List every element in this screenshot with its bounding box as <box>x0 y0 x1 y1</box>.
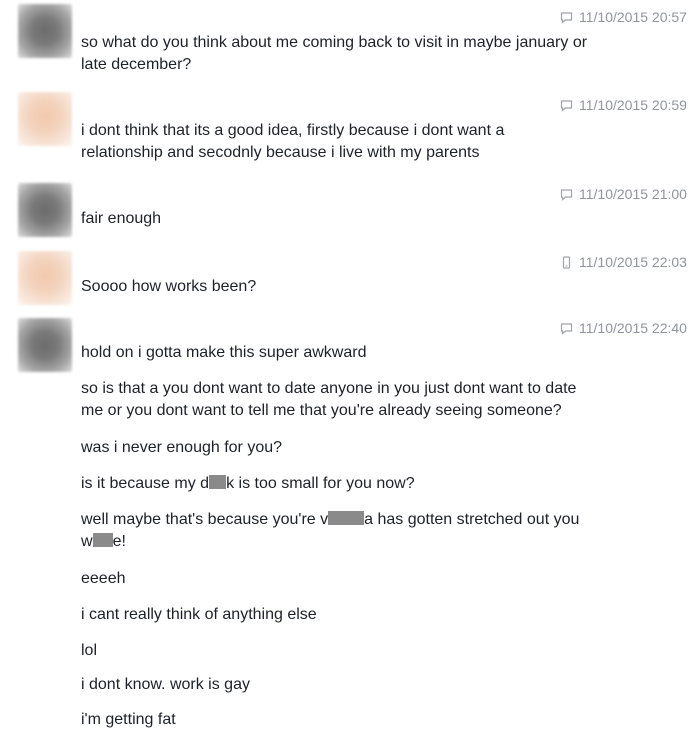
message-text: relationship and secodnly because i live… <box>81 144 480 161</box>
message-text: i cant really think of anything else <box>81 606 317 623</box>
text-segment: k is too small for you now? <box>226 475 415 492</box>
message-text: was i never enough for you? <box>81 439 283 456</box>
message-text-censored: is it because my d k is too small for you… <box>81 473 415 495</box>
sender-avatar[interactable] <box>18 251 72 305</box>
message-text: hold on i gotta make this super awkward <box>81 344 367 361</box>
censor-block <box>209 475 227 489</box>
censor-block <box>328 511 365 525</box>
message-text: me or you dont want to tell me that you'… <box>81 402 562 419</box>
message-timestamp: 11/10/2015 21:00 <box>560 186 687 202</box>
message-text: fair enough <box>81 210 162 227</box>
message-timestamp: 11/10/2015 22:40 <box>560 320 687 336</box>
text-segment: w <box>81 533 93 550</box>
message-timestamp: 11/10/2015 20:59 <box>560 97 687 113</box>
chat-bubble-icon <box>560 11 573 24</box>
message-text: i dont know. work is gay <box>81 676 250 693</box>
message-timestamp: 11/10/2015 20:57 <box>560 9 687 25</box>
chat-bubble-icon <box>560 99 573 112</box>
mobile-phone-icon <box>562 255 571 269</box>
message-text: i'm getting fat <box>81 711 176 728</box>
message-text: i dont think that its a good idea, first… <box>81 122 505 139</box>
sender-avatar[interactable] <box>18 92 72 146</box>
message-text: Soooo how works been? <box>81 278 257 295</box>
text-segment: e! <box>112 533 126 550</box>
sender-avatar[interactable] <box>18 4 72 58</box>
text-segment: is it because my d <box>81 475 210 492</box>
text-segment: well maybe that's because you're v <box>81 511 329 528</box>
sender-avatar[interactable] <box>18 183 72 237</box>
message-text: so what do you think about me coming bac… <box>81 34 588 51</box>
message-text: lol <box>81 642 98 659</box>
message-text-censored: w e! <box>81 531 126 553</box>
sender-avatar[interactable] <box>18 318 72 372</box>
censor-block <box>92 533 113 547</box>
message-text: eeeeh <box>81 570 126 587</box>
message-timestamp: 11/10/2015 22:03 <box>560 254 687 270</box>
chat-bubble-icon <box>560 188 573 201</box>
message-text: late december? <box>81 56 192 73</box>
message-text-censored: well maybe that's because you're v a has … <box>81 509 579 531</box>
chat-bubble-icon <box>560 322 573 335</box>
message-text: so is that a you dont want to date anyon… <box>81 380 577 397</box>
text-segment: a has gotten stretched out you <box>364 511 580 528</box>
